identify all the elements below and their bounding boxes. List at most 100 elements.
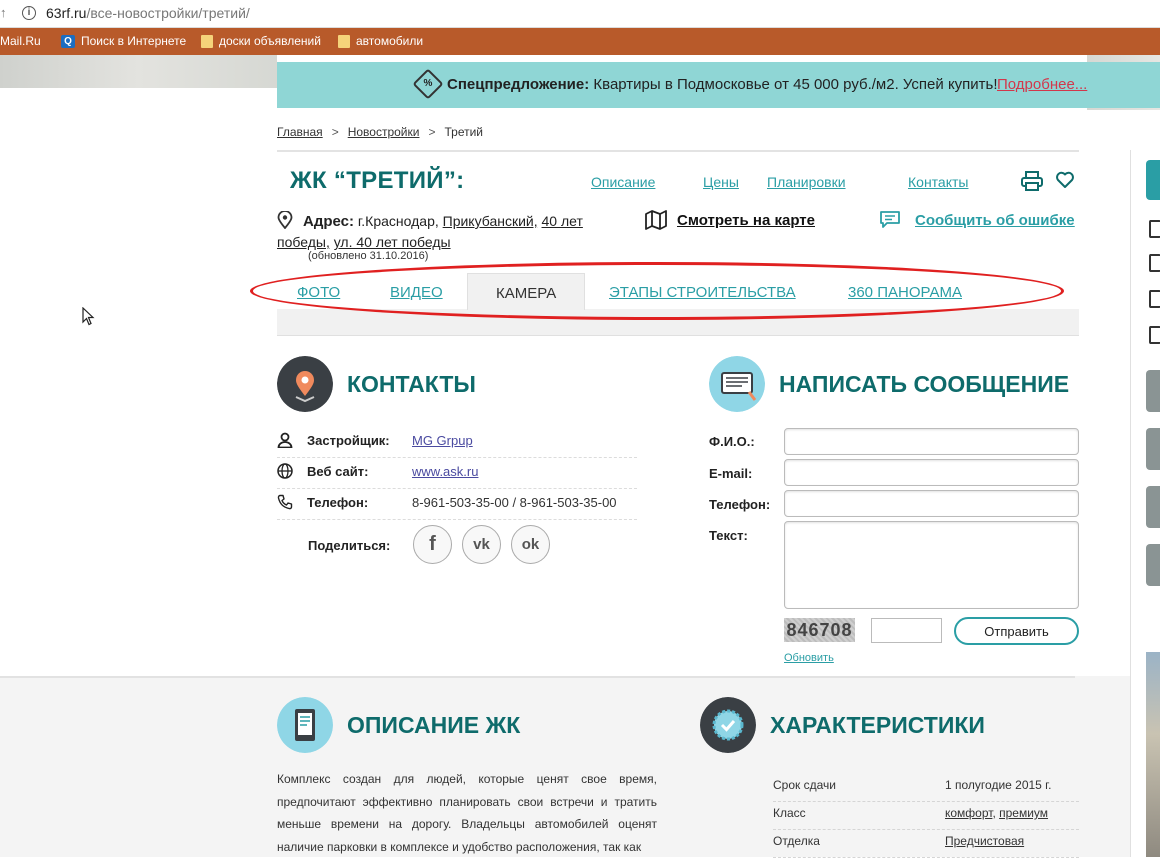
bookmark-search[interactable]: Q Поиск в Интернете xyxy=(61,34,186,48)
report-error-label: Сообщить об ошибке xyxy=(915,211,1075,229)
url-text[interactable]: 63rf.ru/все-новостройки/третий/ xyxy=(46,5,250,21)
finish-label: Отделка xyxy=(773,834,820,848)
percent-tag-icon: % xyxy=(412,68,444,100)
breadcrumb-separator: > xyxy=(331,125,339,139)
sidebar-tab[interactable] xyxy=(1146,486,1160,528)
header-background-image xyxy=(0,55,277,88)
characteristics-title: ХАРАКТЕРИСТИКИ xyxy=(770,712,985,738)
divider xyxy=(0,676,1075,678)
contact-row-phone: Телефон: 8-961-503-35-00 / 8-961-503-35-… xyxy=(277,489,637,520)
message-textarea[interactable] xyxy=(784,521,1079,609)
deadline-label: Срок сдачи xyxy=(773,778,836,792)
address-bar[interactable]: ↑ i 63rf.ru/все-новостройки/третий/ xyxy=(0,0,1160,28)
sidebar-tab[interactable] xyxy=(1146,544,1160,586)
address-label: Адрес: xyxy=(303,213,354,230)
breadcrumb: Главная > Новостройки > Третий xyxy=(277,125,483,139)
tab-photo[interactable]: ФОТО xyxy=(297,284,340,301)
website-link[interactable]: www.ask.ru xyxy=(412,464,478,479)
class-premium-link[interactable]: премиум xyxy=(999,806,1048,820)
search-icon: Q xyxy=(61,34,75,48)
map-icon[interactable] xyxy=(1149,220,1160,238)
bookmark-mailru[interactable]: Mail.Ru xyxy=(0,34,41,48)
tab-360-panorama[interactable]: 360 ПАНОРАМА xyxy=(848,284,962,301)
tablet-icon xyxy=(277,697,333,753)
bookmark-label: Mail.Ru xyxy=(0,34,41,48)
email-input[interactable] xyxy=(784,459,1079,486)
map-link[interactable]: Смотреть на карте xyxy=(645,210,815,230)
breadcrumb-separator: > xyxy=(428,125,436,139)
facebook-icon[interactable]: f xyxy=(413,525,452,564)
promo-text: Спецпредложение: Квартиры в Подмосковье … xyxy=(447,76,998,93)
captcha-input[interactable] xyxy=(871,618,942,643)
page-title: ЖК “ТРЕТИЙ”: xyxy=(290,167,465,194)
report-error-link[interactable]: Сообщить об ошибке xyxy=(879,210,1075,230)
tag-icon[interactable] xyxy=(1149,290,1160,308)
contact-row-website: Веб сайт: www.ask.ru xyxy=(277,458,637,489)
nav-prices[interactable]: Цены xyxy=(703,174,739,190)
email-label: E-mail: xyxy=(709,466,753,481)
developer-label: Застройщик: xyxy=(307,433,390,448)
bookmark-cars[interactable]: автомобили xyxy=(338,34,423,48)
folder-icon xyxy=(201,34,213,48)
contact-row-developer: Застройщик: MG Grpup xyxy=(277,427,637,458)
mouse-cursor-icon xyxy=(82,307,95,326)
folder-icon xyxy=(338,34,350,48)
address-street-link-2[interactable]: ул. 40 лет победы xyxy=(334,234,451,250)
promo-banner: % Спецпредложение: Квартиры в Подмосковь… xyxy=(277,62,1160,108)
print-icon[interactable] xyxy=(1021,171,1043,191)
bookmark-label: Поиск в Интернете xyxy=(81,34,187,48)
text-label: Текст: xyxy=(709,528,748,543)
description-title: ОПИСАНИЕ ЖК xyxy=(347,712,521,738)
heart-icon[interactable] xyxy=(1056,171,1074,189)
user-icon xyxy=(277,432,293,448)
send-button[interactable]: Отправить xyxy=(954,617,1079,645)
odnoklassniki-icon[interactable]: ok xyxy=(511,525,550,564)
breadcrumb-home[interactable]: Главная xyxy=(277,125,323,139)
promo-bold: Спецпредложение: xyxy=(447,76,590,93)
building-photo[interactable] xyxy=(1146,652,1160,857)
phone-input[interactable] xyxy=(784,490,1079,517)
char-row-deadline: Срок сдачи 1 полугодие 2015 г. xyxy=(773,774,1079,802)
contacts-location-icon xyxy=(277,356,333,412)
refresh-captcha-link[interactable]: Обновить xyxy=(784,652,834,664)
updated-date: (обновлено 31.10.2016) xyxy=(308,250,429,262)
phone-value: 8-961-503-35-00 / 8-961-503-35-00 xyxy=(412,495,617,510)
developer-link[interactable]: MG Grpup xyxy=(412,433,473,448)
tab-construction-stages[interactable]: ЭТАПЫ СТРОИТЕЛЬСТВА xyxy=(609,284,796,301)
contacts-title: КОНТАКТЫ xyxy=(347,371,476,397)
tab-camera[interactable]: КАМЕРА xyxy=(467,273,586,310)
finish-link[interactable]: Предчистовая xyxy=(945,834,1024,848)
info-icon[interactable]: i xyxy=(22,6,36,20)
grid-icon[interactable] xyxy=(1149,254,1160,272)
vk-icon[interactable]: vk xyxy=(462,525,501,564)
verified-badge-icon xyxy=(700,697,756,753)
phone-field-label: Телефон: xyxy=(709,497,771,512)
share-label: Поделиться: xyxy=(308,538,391,553)
media-tabs: ФОТО ВИДЕО КАМЕРА ЭТАПЫ СТРОИТЕЛЬСТВА 36… xyxy=(277,273,1079,336)
captcha-image: 846708 xyxy=(784,618,855,642)
back-arrow-icon[interactable]: ↑ xyxy=(0,5,7,20)
url-path: /все-новостройки/третий/ xyxy=(86,5,250,21)
bookmark-boards[interactable]: доски объявлений xyxy=(201,34,321,48)
breadcrumb-new-buildings[interactable]: Новостройки xyxy=(348,125,420,139)
nav-plans[interactable]: Планировки xyxy=(767,174,846,190)
nav-description[interactable]: Описание xyxy=(591,174,655,190)
deadline-value: 1 полугодие 2015 г. xyxy=(945,778,1052,792)
divider xyxy=(277,150,1079,152)
layers-icon[interactable] xyxy=(1149,326,1160,344)
sidebar-tab[interactable] xyxy=(1146,370,1160,412)
sidebar-tab-active[interactable] xyxy=(1146,160,1160,200)
class-values: комфорт, премиум xyxy=(945,806,1048,820)
tab-video[interactable]: ВИДЕО xyxy=(390,284,443,301)
address-district-link[interactable]: Прикубанский, xyxy=(443,213,538,229)
class-comfort-link[interactable]: комфорт xyxy=(945,806,992,820)
promo-more-link[interactable]: Подробнее... xyxy=(997,76,1087,93)
nav-contacts[interactable]: Контакты xyxy=(908,174,968,190)
website-label: Веб сайт: xyxy=(307,464,369,479)
comment-icon xyxy=(880,211,900,228)
sidebar-tab[interactable] xyxy=(1146,428,1160,470)
char-row-class: Класс комфорт, премиум xyxy=(773,802,1079,830)
name-input[interactable] xyxy=(784,428,1079,455)
class-label: Класс xyxy=(773,806,806,820)
map-icon xyxy=(645,210,667,230)
